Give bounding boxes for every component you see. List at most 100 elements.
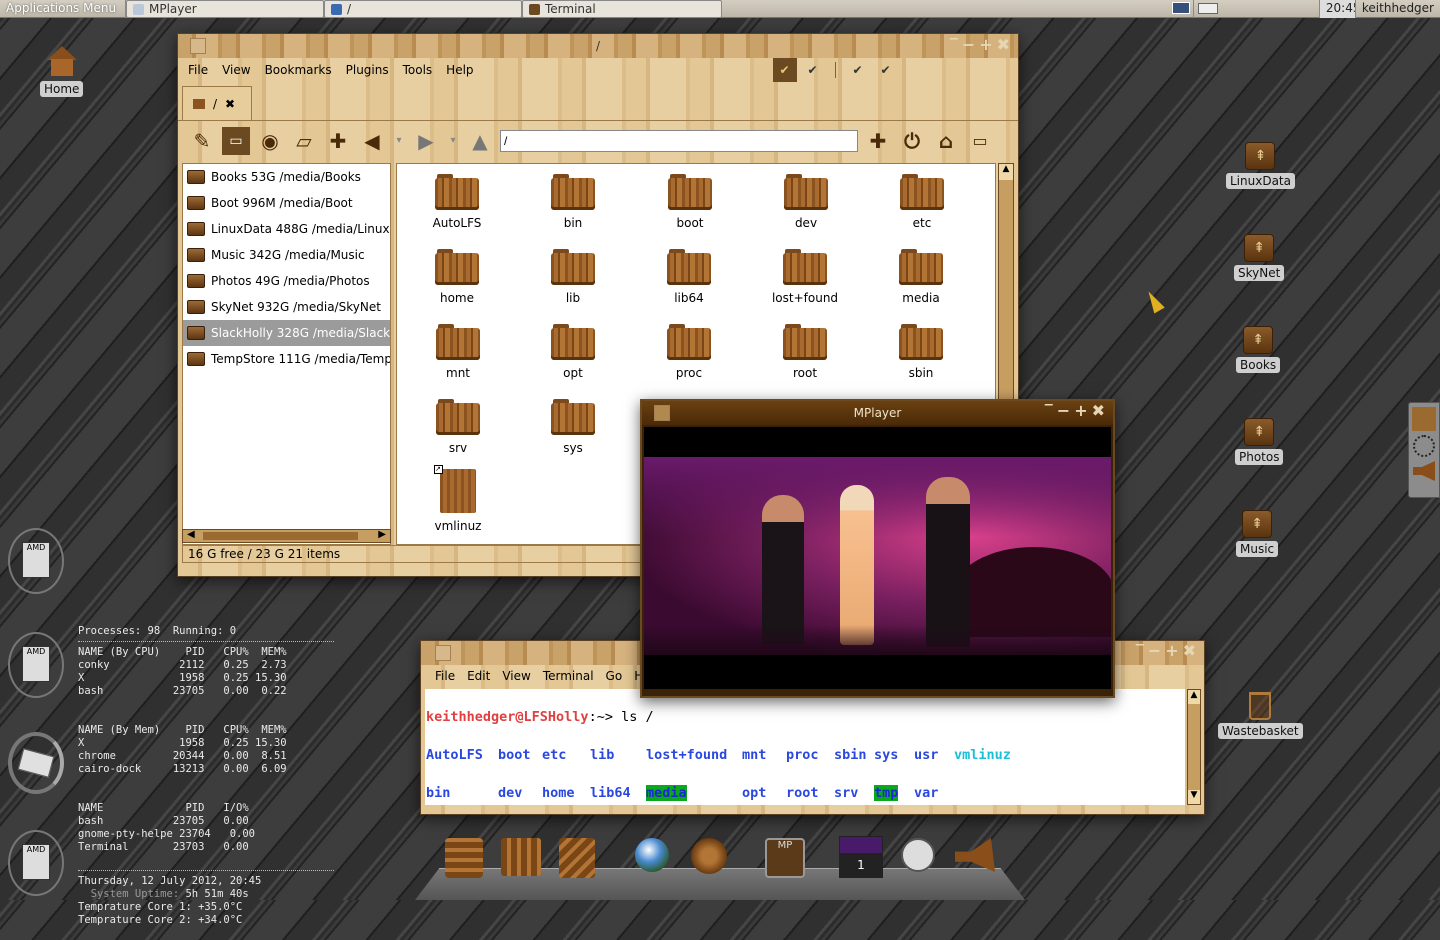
panel-user[interactable]: keithhedger xyxy=(1356,0,1440,18)
sidebar-item-music[interactable]: Music 342G /media/Music xyxy=(183,242,390,268)
tab-root[interactable]: / ✖ xyxy=(182,86,252,120)
menu-tools[interactable]: Tools xyxy=(403,63,433,77)
network-icon[interactable] xyxy=(1168,0,1194,18)
sidebar-item-photos[interactable]: Photos 49G /media/Photos xyxy=(183,268,390,294)
shade-button[interactable]: ‾ xyxy=(1136,643,1144,659)
file-item[interactable]: proc xyxy=(649,324,729,380)
close-button[interactable]: ✖ xyxy=(1092,403,1105,419)
sidebar-item-slackholly[interactable]: SlackHolly 328G /media/SlackHolly xyxy=(183,320,390,346)
sidebar-item-skynet[interactable]: SkyNet 932G /media/SkyNet xyxy=(183,294,390,320)
tab-close-icon[interactable]: ✖ xyxy=(225,97,235,111)
desktop-icon-wastebasket[interactable]: Wastebasket xyxy=(1218,692,1303,739)
add-bookmark-icon[interactable]: ✚ xyxy=(864,127,892,155)
sidebar-item-boot[interactable]: Boot 996M /media/Boot xyxy=(183,190,390,216)
applications-menu[interactable]: Applications Menu xyxy=(0,0,126,18)
window-menu-icon[interactable] xyxy=(190,38,206,54)
menu-file[interactable]: File xyxy=(435,669,455,683)
file-item[interactable]: sbin xyxy=(881,324,961,380)
refresh-icon[interactable]: ⏻ xyxy=(898,127,926,155)
file-item[interactable]: lib xyxy=(533,249,613,305)
desktop-icon-photos[interactable]: ⇞ Photos xyxy=(1235,418,1284,465)
new-tab-icon[interactable]: ✚ xyxy=(324,127,352,155)
file-item[interactable]: mnt xyxy=(418,324,498,380)
maximize-button[interactable]: + xyxy=(1074,403,1087,419)
dock-book-icon[interactable] xyxy=(501,838,541,876)
file-item[interactable]: lost+found xyxy=(765,249,845,305)
preferences-wrench-icon[interactable]: ✎ xyxy=(188,127,216,155)
up-icon[interactable]: ▲ xyxy=(466,127,494,155)
check-button[interactable]: ✔ xyxy=(801,58,825,82)
check-button-active[interactable]: ✔ xyxy=(772,58,797,82)
dock-workspace-switcher[interactable]: 1 xyxy=(839,836,883,878)
minimize-button[interactable]: − xyxy=(1148,643,1161,659)
workspace-switcher[interactable] xyxy=(1194,0,1320,18)
menu-plugins[interactable]: Plugins xyxy=(346,63,389,77)
window-menu-icon[interactable] xyxy=(435,645,451,661)
taskbar-item-terminal[interactable]: Terminal xyxy=(522,0,722,18)
taskbar-item-mplayer[interactable]: MPlayer xyxy=(126,0,324,18)
maximize-button[interactable]: + xyxy=(979,37,992,53)
open-icon[interactable]: ◉ xyxy=(256,127,284,155)
panel-clock[interactable]: 20:45 xyxy=(1319,0,1356,18)
taskbar-item-filemanager[interactable]: / xyxy=(324,0,522,18)
file-item[interactable]: home xyxy=(417,249,497,305)
file-item[interactable]: bin xyxy=(533,174,613,230)
mplayer-titlebar[interactable]: MPlayer ‾ − + ✖ xyxy=(642,401,1113,425)
home-icon[interactable]: ⌂ xyxy=(932,127,960,155)
desktop-icon-home[interactable]: Home xyxy=(40,46,84,97)
shade-button[interactable]: ‾ xyxy=(950,37,958,53)
check-button[interactable]: ✔ xyxy=(874,58,898,82)
terminal-scrollbar[interactable]: ▲ ▼ xyxy=(1187,689,1201,805)
close-button[interactable]: ✖ xyxy=(1183,643,1196,659)
file-item[interactable]: srv xyxy=(418,399,498,455)
fm-titlebar[interactable]: / ‾ − + ✖ xyxy=(178,34,1018,58)
menu-view[interactable]: View xyxy=(222,63,250,77)
video-area[interactable] xyxy=(644,427,1111,689)
menu-edit[interactable]: Edit xyxy=(467,669,490,683)
desktop-icon-music[interactable]: ⇞ Music xyxy=(1236,510,1279,557)
dock-media-icon[interactable] xyxy=(691,838,727,874)
sidebar-item-tempstore[interactable]: TempStore 111G /media/TempStore xyxy=(183,346,390,372)
dock-volume-icon[interactable] xyxy=(955,838,995,872)
file-item[interactable]: lib64 xyxy=(649,249,729,305)
back-icon[interactable]: ◀ xyxy=(358,127,386,155)
maximize-button[interactable]: + xyxy=(1165,643,1178,659)
menu-bookmarks[interactable]: Bookmarks xyxy=(265,63,332,77)
minimize-button[interactable]: − xyxy=(1057,403,1070,419)
minimize-button[interactable]: − xyxy=(962,37,975,53)
dock-mplayer-icon[interactable]: MP xyxy=(765,838,805,878)
desktop-icon-books[interactable]: ⇞ Books xyxy=(1236,326,1281,373)
sidebar-item-linuxdata[interactable]: LinuxData 488G /media/LinuxData xyxy=(183,216,390,242)
dock-browser-icon[interactable] xyxy=(635,838,669,872)
file-item[interactable]: opt xyxy=(533,324,613,380)
path-input[interactable] xyxy=(500,129,858,152)
sidebar-hscrollbar[interactable]: ◀ ▶ xyxy=(182,529,391,543)
file-item[interactable]: dev xyxy=(766,174,846,230)
file-item[interactable]: root xyxy=(765,324,845,380)
terminal-button-icon[interactable]: ▭ xyxy=(222,126,250,155)
forward-dropdown-icon[interactable]: ▾ xyxy=(446,127,460,155)
file-item[interactable]: media xyxy=(881,249,961,305)
menu-file[interactable]: File xyxy=(188,63,208,77)
menu-go[interactable]: Go xyxy=(606,669,623,683)
terminal-output[interactable]: keithhedger@LFSHolly:~> ls / AutoLFS boot… xyxy=(425,689,1185,805)
file-item[interactable]: AutoLFS xyxy=(417,174,497,230)
file-item[interactable]: sys xyxy=(533,399,613,455)
menu-help[interactable]: Help xyxy=(446,63,473,77)
open-folder-icon[interactable]: ▱ xyxy=(290,127,318,155)
file-item[interactable]: boot xyxy=(650,174,730,230)
side-widget[interactable] xyxy=(1408,402,1440,498)
sidebar-item-books[interactable]: Books 53G /media/Books xyxy=(183,164,390,190)
file-item[interactable]: ↗ vmlinuz xyxy=(418,465,498,533)
dock-filecabinet-icon[interactable] xyxy=(445,838,483,878)
menu-view[interactable]: View xyxy=(502,669,530,683)
forward-icon[interactable]: ▶ xyxy=(412,127,440,155)
shade-button[interactable]: ‾ xyxy=(1045,403,1053,419)
back-dropdown-icon[interactable]: ▾ xyxy=(392,127,406,155)
desktop-icon-linuxdata[interactable]: ⇞ LinuxData xyxy=(1226,142,1295,189)
dock-editor-icon[interactable] xyxy=(559,838,595,878)
file-item[interactable]: etc xyxy=(882,174,962,230)
computer-icon[interactable]: ▭ xyxy=(966,127,994,155)
desktop-icon-skynet[interactable]: ⇞ SkyNet xyxy=(1234,234,1285,281)
check-button[interactable]: ✔ xyxy=(846,58,870,82)
